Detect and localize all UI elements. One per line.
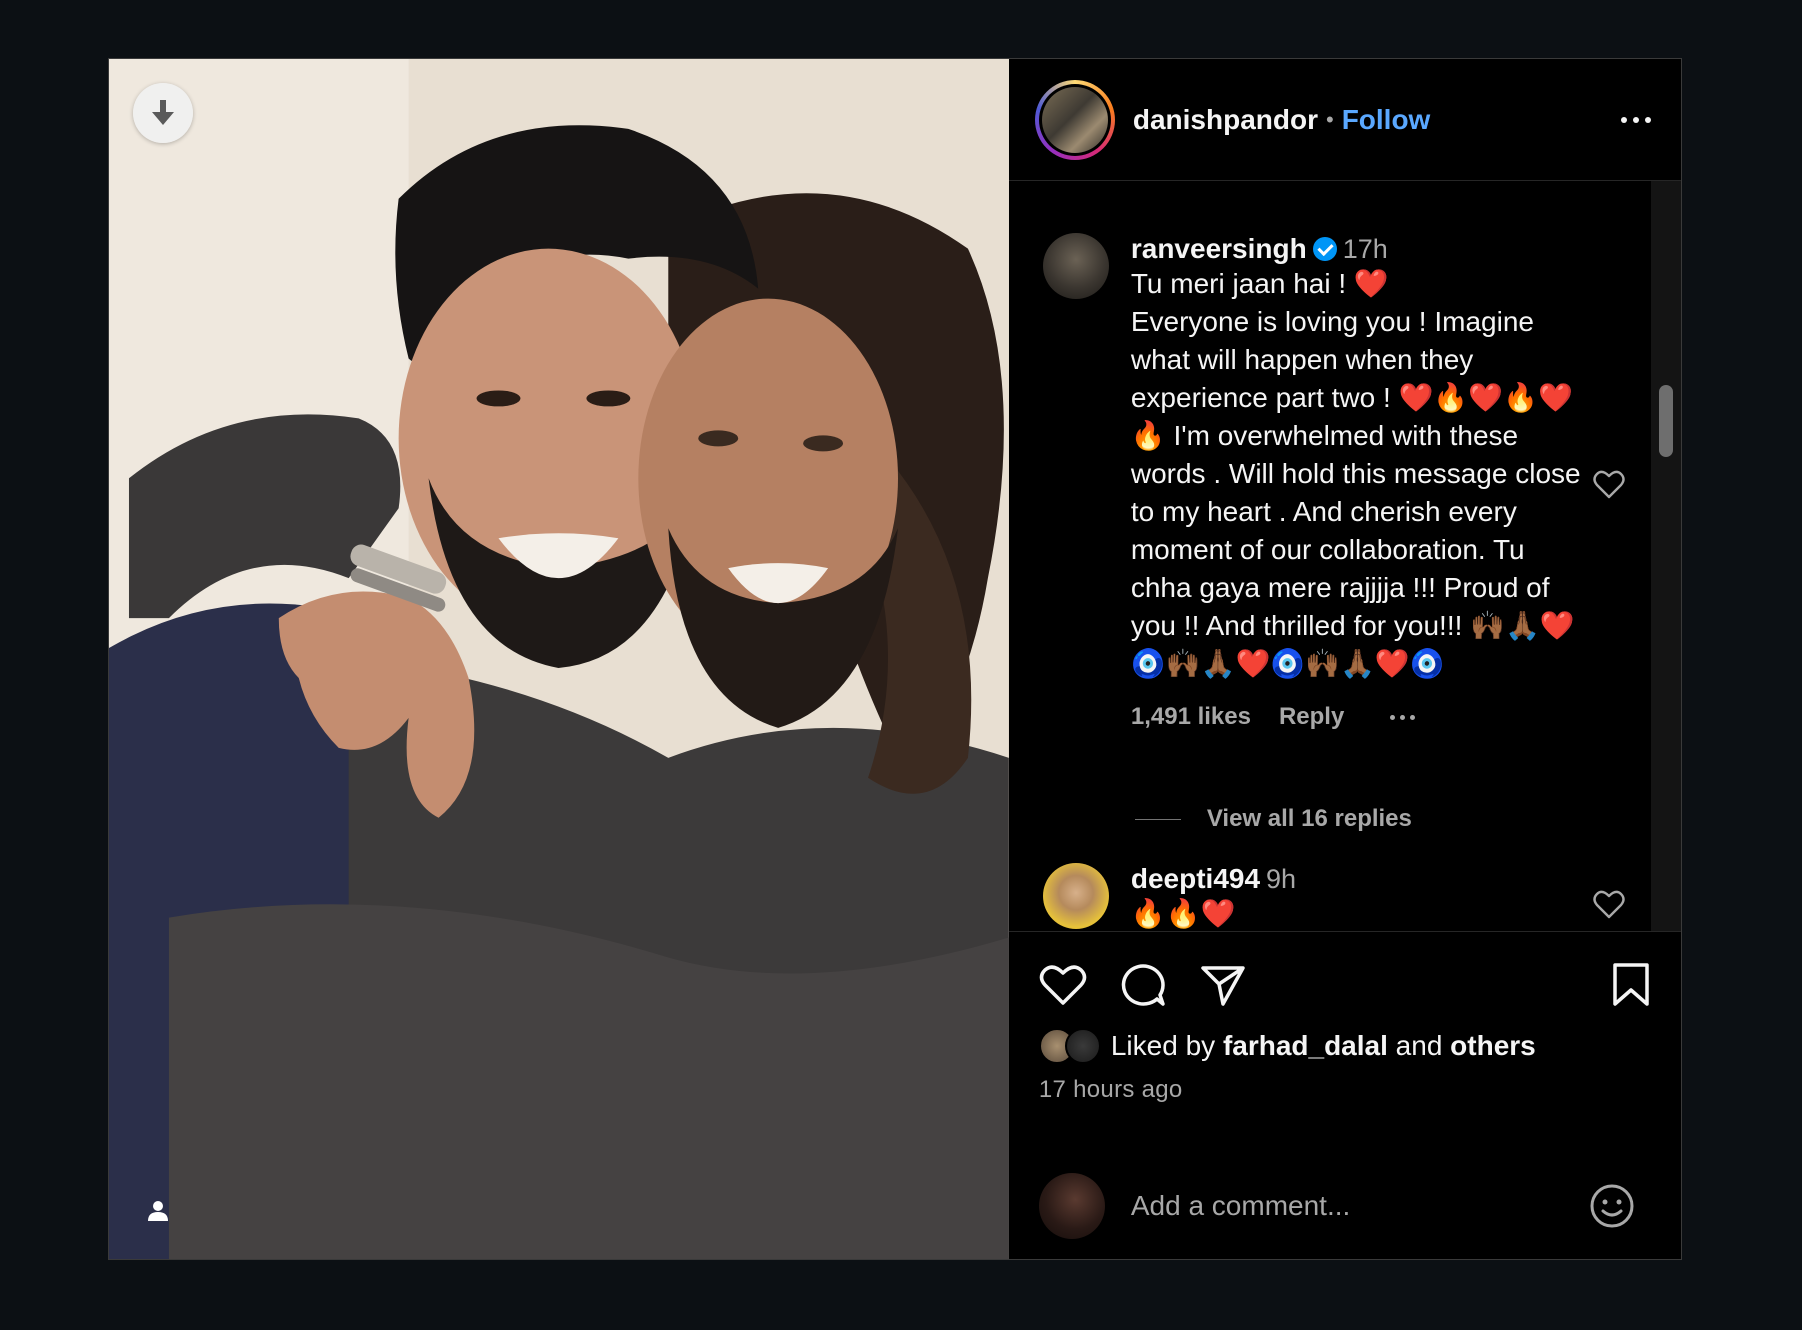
post-photo[interactable] <box>109 59 1009 1259</box>
post-modal: danishpandor • Follow ranveersingh 17h Tu… <box>108 58 1682 1260</box>
comments-list[interactable]: ranveersingh 17h Tu meri jaan hai ! ❤️ Ev… <box>1009 181 1681 931</box>
liked-by-user[interactable]: farhad_dalal <box>1223 1030 1388 1062</box>
comment-text: 🔥🔥❤️ <box>1130 898 1236 929</box>
emoji-icon[interactable] <box>1589 1183 1635 1229</box>
arrow-down-icon <box>152 100 174 125</box>
comment-text: Tu meri jaan hai ! ❤️ Everyone is loving… <box>1130 268 1581 679</box>
view-replies-button[interactable]: View all 16 replies <box>1134 805 1412 833</box>
more-horizontal-icon[interactable] <box>1621 116 1651 123</box>
download-button[interactable] <box>133 83 193 143</box>
commenter-avatar[interactable] <box>1042 863 1109 929</box>
liked-by-others[interactable]: others <box>1450 1030 1536 1062</box>
user-icon <box>148 1201 168 1221</box>
comment-time[interactable]: 17h <box>1343 234 1388 264</box>
scrollbar-thumb[interactable] <box>1659 385 1673 457</box>
comments-scrollbar[interactable] <box>1651 181 1681 931</box>
view-replies-label: View all 16 replies <box>1206 805 1412 832</box>
current-user-avatar <box>1038 1172 1105 1239</box>
liked-by-avatars[interactable] <box>1038 1028 1101 1064</box>
author-username[interactable]: danishpandor <box>1133 104 1318 136</box>
reply-button[interactable]: Reply <box>1279 703 1344 731</box>
comment-likes[interactable]: 1,491 likes <box>1131 703 1251 731</box>
commenter-username[interactable]: deepti494 <box>1131 863 1260 894</box>
comment-like-heart-icon[interactable] <box>1593 469 1625 499</box>
liked-by-prefix: Liked by <box>1110 1030 1216 1061</box>
verified-badge-icon <box>1312 237 1337 261</box>
comment-bubble-icon[interactable] <box>1119 962 1167 1008</box>
photo-illustration <box>109 59 1009 1259</box>
post-actions: Liked by farhad_dalal and others 17 hour… <box>1008 931 1681 1151</box>
comment-like-heart-icon[interactable] <box>1593 889 1625 919</box>
post-header: danishpandor • Follow <box>1008 59 1681 181</box>
post-side-panel: danishpandor • Follow ranveersingh 17h Tu… <box>1008 59 1681 1259</box>
comment-composer: Add a comment... <box>1008 1151 1681 1259</box>
post-time[interactable]: 17 hours ago <box>1039 1076 1651 1104</box>
comment-options-icon[interactable] <box>1390 714 1416 720</box>
replies-divider-line <box>1134 818 1181 820</box>
comment-time[interactable]: 9h <box>1266 864 1296 894</box>
separator-dot: • <box>1325 106 1334 132</box>
liked-by-and: and <box>1395 1030 1443 1061</box>
commenter-username[interactable]: ranveersingh <box>1131 233 1307 264</box>
comment-input[interactable]: Add a comment... <box>1131 1190 1350 1222</box>
bookmark-icon[interactable] <box>1611 962 1651 1008</box>
author-avatar[interactable] <box>1034 79 1115 160</box>
comment-item: deepti494 9h 🔥🔥❤️ <box>1042 863 1641 931</box>
follow-button[interactable]: Follow <box>1342 104 1431 136</box>
share-send-icon[interactable] <box>1199 962 1247 1008</box>
like-heart-icon[interactable] <box>1039 963 1087 1007</box>
comment-item: ranveersingh 17h Tu meri jaan hai ! ❤️ Ev… <box>1042 233 1641 731</box>
tagged-users-button[interactable] <box>133 1185 183 1235</box>
liked-by-summary: Liked by farhad_dalal and others <box>1038 1028 1651 1064</box>
commenter-avatar[interactable] <box>1042 233 1109 299</box>
